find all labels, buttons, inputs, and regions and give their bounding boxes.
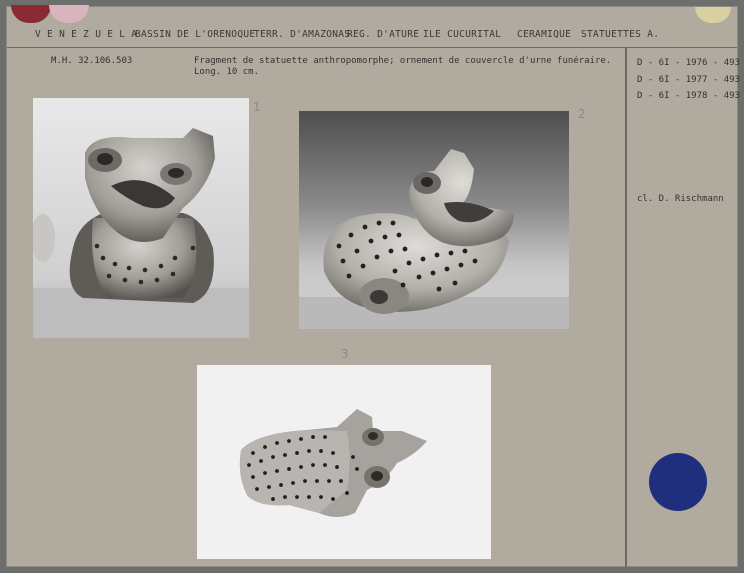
photo-credit: cl. D. Rischmann — [637, 194, 724, 204]
yellow-sticker — [695, 7, 731, 23]
inventory-number: M.H. 32.106.503 — [51, 56, 133, 66]
reference-line: D - 6I - 1978 - 493 — [637, 91, 740, 101]
reference-line: D - 6I - 1976 - 493 — [637, 58, 740, 68]
description: Fragment de statuette anthropomorphe; or… — [194, 56, 612, 66]
header-site: ILE CUCURITAL — [423, 29, 502, 40]
header-category: CERAMIQUE — [517, 29, 572, 40]
header-country: V E N E Z U E L A — [35, 29, 138, 40]
column-divider — [625, 47, 627, 568]
pencil-number: 2 — [578, 107, 586, 121]
catalog-card: V E N E Z U E L A BASSIN DE L'ORENOQUE T… — [6, 5, 740, 568]
header-region: BASSIN DE L'ORENOQUE — [135, 29, 256, 40]
pencil-number: 1 — [253, 100, 261, 114]
pink-sticker — [49, 5, 89, 23]
statuette-photo-top — [197, 365, 491, 559]
red-sticker — [11, 5, 51, 23]
header-reg: REG. D'ATURE — [347, 29, 420, 40]
header-subcategory: STATUETTES A. — [581, 29, 660, 40]
statuette-photo-side — [299, 111, 569, 329]
statuette-photo-front — [33, 98, 249, 338]
reference-line: D - 6I - 1977 - 493 — [637, 75, 740, 85]
header-territory: TERR. D'AMAZONAS — [254, 29, 351, 40]
pencil-number: 3 — [341, 347, 349, 361]
header-divider — [7, 47, 737, 48]
blue-sticker — [649, 453, 707, 511]
dimensions: Long. 10 cm. — [194, 67, 260, 77]
